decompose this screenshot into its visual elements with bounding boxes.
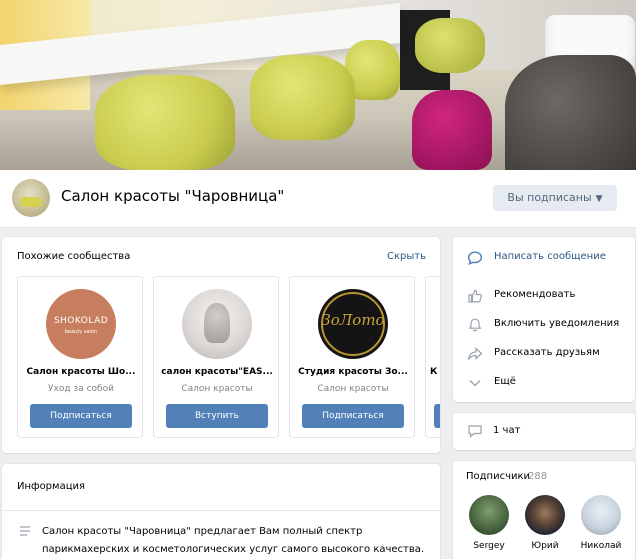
subscriber-name[interactable]: Николай [576, 541, 626, 551]
community-category: Салон красоты [317, 384, 389, 394]
group-avatar[interactable] [12, 179, 50, 217]
community-avatar[interactable]: ЗоЛото [318, 289, 388, 359]
community-card[interactable]: салон красоты"EAS... Салон красоты Вступ… [153, 276, 279, 438]
join-button[interactable]: Вступить [166, 404, 268, 428]
chevron-down-icon: ▼ [595, 194, 603, 204]
subscribed-button[interactable]: Вы подписаны ▼ [493, 185, 617, 211]
avatar[interactable] [525, 495, 565, 535]
avatar-logo-subtext: beauty salon [64, 329, 98, 335]
community-card[interactable]: К [425, 276, 440, 438]
recommend-label: Рекомендовать [494, 289, 576, 300]
subscribers-title[interactable]: Подписчики [466, 471, 530, 482]
subscriber-item[interactable]: Юрий [520, 495, 570, 551]
community-card[interactable]: ЗоЛото Студия красоты Зо... Салон красот… [289, 276, 415, 438]
community-name[interactable]: Студия красоты Зо... [294, 367, 412, 377]
subscriber-name[interactable]: Юрий [520, 541, 570, 551]
group-title: Салон красоты "Чаровница" [61, 187, 285, 205]
subscriber-name[interactable]: Sergey [464, 541, 514, 551]
community-name[interactable]: К [430, 367, 440, 377]
community-name[interactable]: салон красоты"EAS... [158, 367, 276, 377]
subscribed-button-label: Вы подписаны [507, 191, 592, 204]
share-label: Рассказать друзьям [494, 347, 600, 358]
community-name[interactable]: Салон красоты Шо... [22, 367, 140, 377]
subscribe-button[interactable]: Подписаться [30, 404, 132, 428]
subscriber-item[interactable]: Sergey [464, 495, 514, 551]
info-panel: Информация Салон красоты "Чаровница" пре… [2, 464, 440, 559]
chevron-down-icon [469, 380, 481, 387]
chats-panel[interactable]: 1 чат [453, 413, 635, 450]
similar-communities-panel: Похожие сообщества Скрыть SHOKOLAD beaut… [2, 237, 440, 453]
community-category: Салон красоты [181, 384, 253, 394]
subscriber-item[interactable]: Николай [576, 495, 626, 551]
subscribers-panel: Подписчики 288 Sergey Юрий Николай [453, 461, 635, 559]
avatar[interactable] [581, 495, 621, 535]
chats-label: 1 чат [493, 425, 521, 436]
chat-icon [468, 425, 482, 438]
cover-photo [0, 0, 636, 170]
send-message-label: Написать сообщение [494, 251, 606, 262]
info-title: Информация [17, 481, 86, 492]
thumbs-up-icon [468, 289, 482, 303]
avatar-logo-text: SHOKOLAD [53, 316, 109, 326]
avatar[interactable] [469, 495, 509, 535]
subscribers-count: 288 [528, 471, 548, 482]
actions-panel: Написать сообщение Рекомендовать Включит… [453, 237, 635, 402]
notifications-label: Включить уведомления [494, 318, 620, 329]
divider [2, 510, 440, 511]
group-header: Салон красоты "Чаровница" Вы подписаны ▼ [0, 170, 636, 228]
community-avatar[interactable]: SHOKOLAD beauty salon [46, 289, 116, 359]
community-category: Уход за собой [48, 384, 114, 394]
hide-link[interactable]: Скрыть [387, 251, 426, 262]
message-icon [467, 251, 483, 265]
more-label: Ещё [494, 376, 516, 387]
similar-communities-title: Похожие сообщества [17, 251, 131, 262]
subscribe-button[interactable]: Подписаться [302, 404, 404, 428]
community-avatar[interactable] [182, 289, 252, 359]
text-lines-icon [20, 526, 30, 536]
subscribe-button[interactable] [434, 404, 440, 428]
avatar-logo-text: ЗоЛото [321, 311, 385, 329]
bell-icon [468, 318, 482, 332]
share-icon [467, 347, 483, 360]
community-card[interactable]: SHOKOLAD beauty salon Салон красоты Шо..… [17, 276, 143, 438]
info-description: Салон красоты "Чаровница" предлагает Вам… [42, 526, 425, 555]
